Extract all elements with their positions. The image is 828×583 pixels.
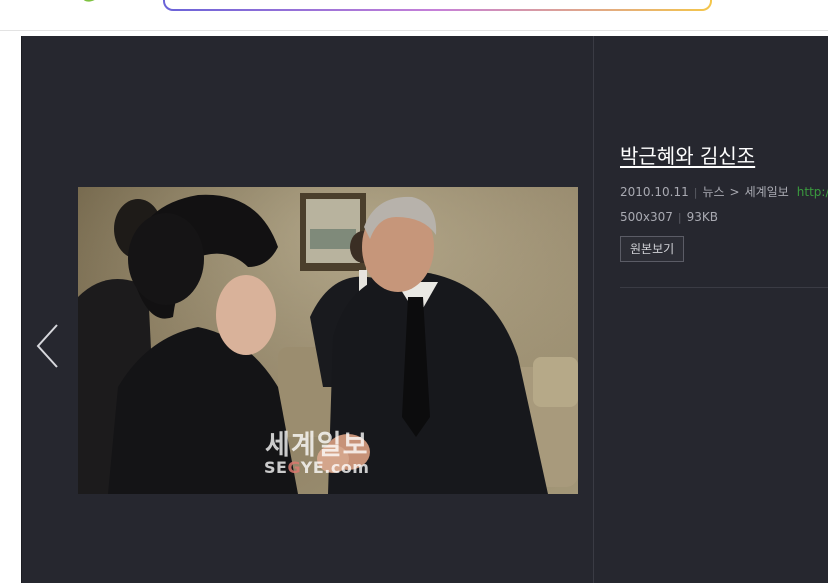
image-category[interactable]: 뉴스 — [702, 185, 724, 199]
image-filesize: 93KB — [686, 210, 719, 224]
logo[interactable] — [80, 0, 102, 3]
image-viewer: 세계일보 SEGYE.com 박근혜와 김신조 2010.10.11 | 뉴스 > 세계… — [21, 36, 828, 583]
previous-image-button[interactable] — [36, 324, 60, 368]
panel-divider — [593, 36, 594, 583]
watermark-en-part3: YE.com — [300, 458, 370, 477]
image-source[interactable]: 세계일보 — [745, 185, 789, 199]
meta-separator: | — [693, 186, 698, 199]
image-source-url[interactable]: http://v — [797, 185, 828, 199]
watermark-english: SEGYE.com — [264, 460, 369, 476]
info-divider — [620, 287, 828, 288]
category-arrow: > — [729, 185, 740, 199]
chevron-left-icon — [36, 324, 58, 368]
watermark-en-part1: SE — [264, 458, 288, 477]
image-title[interactable]: 박근혜와 김신조 — [620, 140, 755, 169]
image-meta-line: 2010.10.11 | 뉴스 > 세계일보 http://v — [620, 183, 828, 200]
image-dimensions: 500x307 — [620, 210, 673, 224]
photo-watermark: 세계일보 SEGYE.com — [264, 432, 369, 476]
image-date: 2010.10.11 — [620, 185, 689, 199]
meta-separator: | — [677, 211, 682, 224]
news-photo[interactable]: 세계일보 SEGYE.com — [78, 187, 578, 494]
watermark-korean: 세계일보 — [265, 430, 369, 461]
watermark-en-part2: G — [287, 458, 301, 477]
view-original-button[interactable]: 원본보기 — [620, 236, 685, 262]
image-size-line: 500x307 | 93KB — [620, 210, 718, 224]
search-input[interactable] — [163, 0, 712, 11]
top-bar — [0, 0, 828, 31]
